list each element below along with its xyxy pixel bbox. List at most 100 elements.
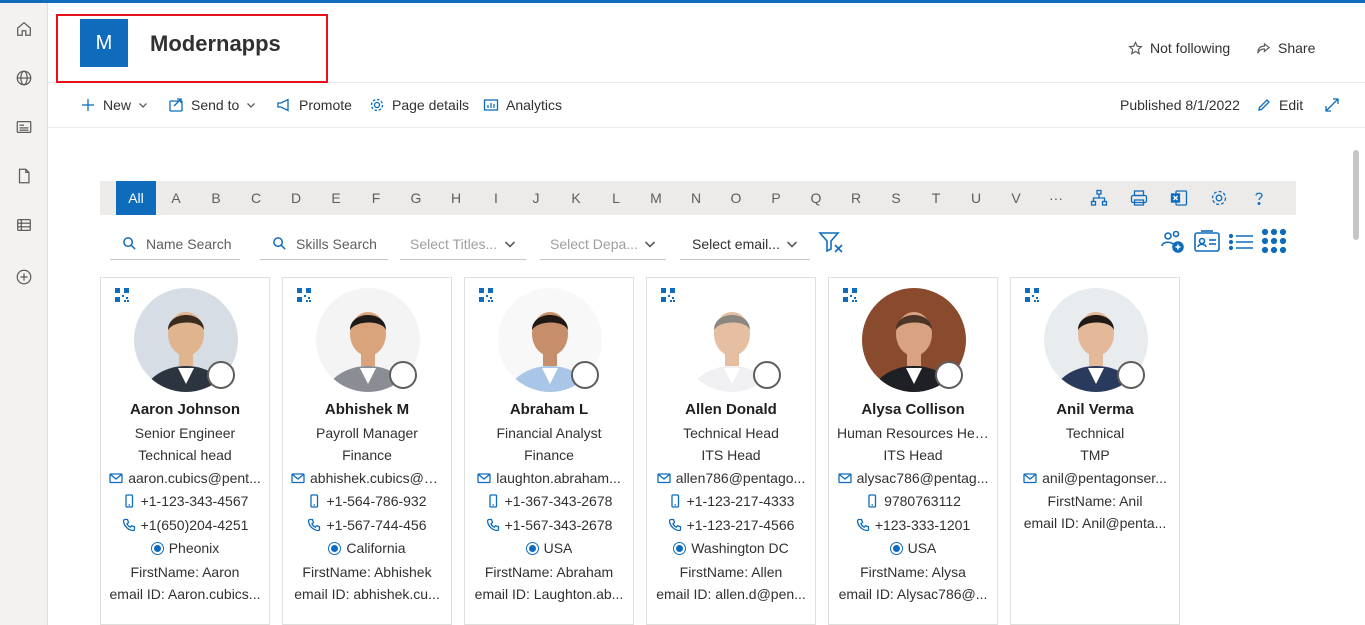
settings-icon[interactable] [1210, 189, 1228, 207]
analytics-label: Analytics [506, 97, 563, 113]
person-mobile[interactable]: +1-367-343-2678 [465, 493, 633, 509]
lists-icon[interactable] [12, 213, 36, 237]
departments-select[interactable]: Select Depa... [540, 228, 666, 260]
alpha-filter-letter[interactable]: K [556, 181, 596, 215]
person-email[interactable]: laughton.abraham... [465, 470, 633, 486]
person-mobile[interactable]: +1-564-786-932 [283, 493, 451, 509]
edit-button[interactable]: Edit [1256, 97, 1303, 113]
qr-code-icon[interactable] [479, 288, 493, 302]
alpha-filter-all[interactable]: All [116, 181, 156, 215]
person-name[interactable]: Anil Verma [1011, 401, 1179, 418]
person-phone[interactable]: +1-123-217-4566 [647, 517, 815, 533]
person-mobile[interactable]: 9780763112 [829, 493, 997, 509]
alpha-filter-letter[interactable]: O [716, 181, 756, 215]
news-icon[interactable] [12, 115, 36, 139]
alpha-filter-letter[interactable]: F [356, 181, 396, 215]
person-email[interactable]: anil@pentagonser... [1011, 470, 1179, 486]
alpha-filter-letter[interactable]: A [156, 181, 196, 215]
select-checkbox[interactable] [1117, 361, 1145, 389]
alpha-filter-letter[interactable]: L [596, 181, 636, 215]
mail-icon [291, 473, 305, 484]
globe-icon[interactable] [12, 66, 36, 90]
person-card[interactable]: Alysa Collison Human Resources Head ITS He… [828, 277, 998, 625]
name-search-input[interactable]: Name Search [110, 228, 240, 260]
person-name[interactable]: Aaron Johnson [101, 401, 269, 418]
person-phone[interactable]: +1-567-744-456 [283, 517, 451, 533]
alpha-filter-letter[interactable]: I [476, 181, 516, 215]
excel-export-icon[interactable] [1170, 189, 1188, 207]
alpha-filter-letter[interactable]: E [316, 181, 356, 215]
person-name[interactable]: Abraham L [465, 401, 633, 418]
alpha-filter-letter[interactable]: B [196, 181, 236, 215]
card-view-icon[interactable] [1193, 228, 1221, 256]
qr-code-icon[interactable] [297, 288, 311, 302]
create-icon[interactable] [12, 265, 36, 289]
person-card[interactable]: Abraham L Financial Analyst Finance laughto… [464, 277, 634, 625]
new-button[interactable]: New [80, 97, 148, 113]
select-checkbox[interactable] [207, 361, 235, 389]
person-card[interactable]: Anil Verma Technical TMP anil@pentagonser..… [1010, 277, 1180, 625]
qr-code-icon[interactable] [843, 288, 857, 302]
person-email[interactable]: allen786@pentago... [647, 470, 815, 486]
alpha-filter-letter[interactable]: U [956, 181, 996, 215]
home-icon[interactable] [12, 17, 36, 41]
person-card[interactable]: Abhishek M Payroll Manager Finance abhishek… [282, 277, 452, 625]
person-email[interactable]: aaron.cubics@pent... [101, 470, 269, 486]
document-icon[interactable] [12, 164, 36, 188]
person-mobile[interactable]: +1-123-217-4333 [647, 493, 815, 509]
add-contact-icon[interactable] [1159, 228, 1187, 256]
person-card[interactable]: Aaron Johnson Senior Engineer Technical he… [100, 277, 270, 625]
person-phone[interactable]: +123-333-1201 [829, 517, 997, 533]
person-name[interactable]: Abhishek M [283, 401, 451, 418]
alpha-filter-letter[interactable]: S [876, 181, 916, 215]
alpha-filter-letter[interactable]: D [276, 181, 316, 215]
phone-icon [486, 518, 499, 532]
alpha-filter-letter[interactable]: T [916, 181, 956, 215]
email-select[interactable]: Select email... [680, 228, 810, 260]
alpha-filter-letter[interactable]: C [236, 181, 276, 215]
person-email[interactable]: alysac786@pentag... [829, 470, 997, 486]
follow-button[interactable]: Not following [1128, 40, 1230, 56]
send-to-button[interactable]: Send to [168, 97, 256, 113]
promote-button[interactable]: Promote [276, 97, 352, 113]
alpha-filter-letter[interactable]: N [676, 181, 716, 215]
alpha-filter-letter[interactable]: H [436, 181, 476, 215]
person-mobile[interactable]: +1-123-343-4567 [101, 493, 269, 509]
person-email[interactable]: abhishek.cubics@p... [283, 470, 451, 486]
alpha-filter-letter[interactable]: J [516, 181, 556, 215]
list-view-icon[interactable] [1227, 228, 1255, 256]
select-checkbox[interactable] [753, 361, 781, 389]
published-status: Published 8/1/2022 [1120, 97, 1240, 113]
help-icon[interactable] [1250, 189, 1268, 207]
person-card[interactable]: Allen Donald Technical Head ITS Head allen7… [646, 277, 816, 625]
alpha-filter-more[interactable]: ··· [1036, 181, 1076, 215]
person-phone[interactable]: +1(650)204-4251 [101, 517, 269, 533]
expand-button[interactable] [1324, 97, 1340, 113]
page-scrollbar[interactable] [1353, 150, 1359, 240]
share-button[interactable]: Share [1256, 40, 1315, 56]
select-checkbox[interactable] [571, 361, 599, 389]
person-name[interactable]: Alysa Collison [829, 401, 997, 418]
page-details-button[interactable]: Page details [369, 97, 469, 113]
select-checkbox[interactable] [389, 361, 417, 389]
person-phone[interactable]: +1-567-343-2678 [465, 517, 633, 533]
qr-code-icon[interactable] [1025, 288, 1039, 302]
alpha-filter-letter[interactable]: G [396, 181, 436, 215]
skills-search-input[interactable]: Skills Search [260, 228, 388, 260]
alpha-filter-letter[interactable]: Q [796, 181, 836, 215]
select-checkbox[interactable] [935, 361, 963, 389]
grid-view-icon[interactable] [1261, 228, 1289, 256]
phone-icon [122, 518, 135, 532]
org-chart-icon[interactable] [1090, 189, 1108, 207]
qr-code-icon[interactable] [661, 288, 675, 302]
titles-select[interactable]: Select Titles... [400, 228, 526, 260]
alpha-filter-letter[interactable]: P [756, 181, 796, 215]
clear-filter-icon[interactable] [818, 230, 844, 256]
alpha-filter-letter[interactable]: V [996, 181, 1036, 215]
person-name[interactable]: Allen Donald [647, 401, 815, 418]
alpha-filter-letter[interactable]: R [836, 181, 876, 215]
print-icon[interactable] [1130, 189, 1148, 207]
qr-code-icon[interactable] [115, 288, 129, 302]
analytics-button[interactable]: Analytics [483, 97, 562, 113]
alpha-filter-letter[interactable]: M [636, 181, 676, 215]
